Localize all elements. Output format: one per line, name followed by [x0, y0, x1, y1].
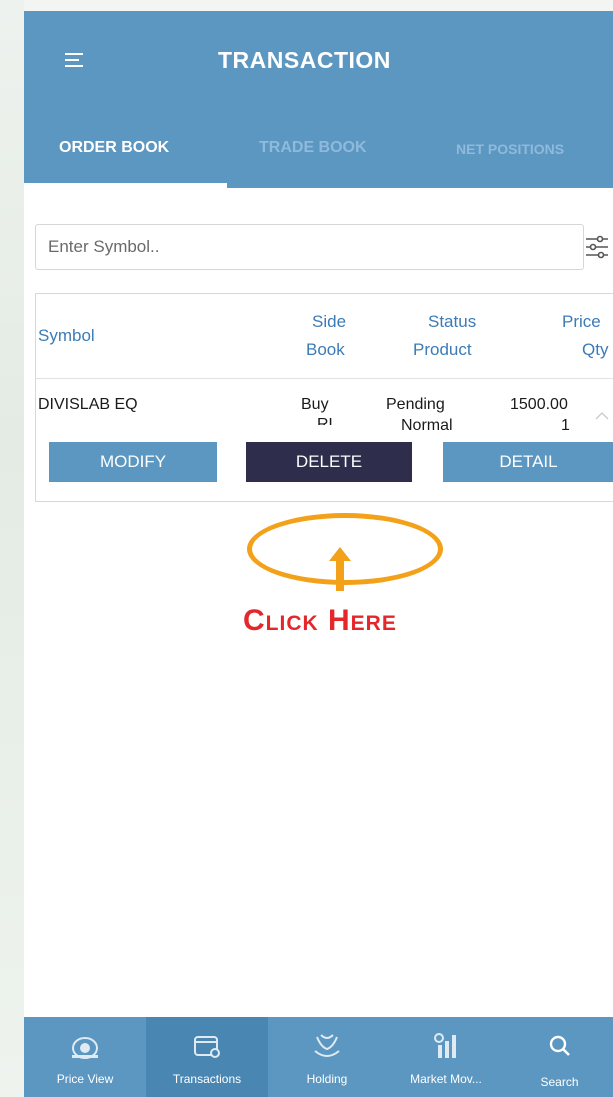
order-side: Buy: [301, 396, 329, 413]
click-here-label: Click Here: [243, 604, 397, 637]
nav-item-price-view[interactable]: Price View: [24, 1017, 146, 1097]
order-symbol: DIVISLAB EQ: [38, 396, 138, 413]
active-tab-indicator: [24, 183, 227, 188]
background-strip: [0, 0, 24, 1097]
order-price: 1500.00: [510, 396, 568, 413]
detail-button[interactable]: DETAIL: [443, 442, 613, 482]
delete-button[interactable]: DELETE: [246, 442, 412, 482]
market-movers-icon: [434, 1033, 456, 1058]
column-header-product: Product: [413, 340, 472, 359]
nav-label: Market Mov...: [410, 1072, 482, 1086]
tab-net-positions[interactable]: NET POSITIONS: [456, 141, 564, 157]
page-title: TRANSACTION: [218, 47, 391, 73]
filter-icon[interactable]: [584, 233, 610, 261]
app-header: TRANSACTION ORDER BOOK TRADE BOOK NET PO…: [24, 11, 613, 188]
nav-label: Holding: [306, 1072, 348, 1086]
column-header-symbol: Symbol: [38, 326, 95, 345]
column-header-qty: Qty: [582, 340, 609, 359]
nav-label: Search: [540, 1075, 579, 1089]
table-header-row: Symbol Side Book Status Product Price Qt…: [36, 294, 613, 379]
nav-item-market-movers[interactable]: Market Mov...: [386, 1017, 506, 1097]
nav-label: Transactions: [172, 1072, 242, 1086]
column-header-book: Book: [306, 340, 345, 359]
column-header-status: Status: [428, 312, 477, 331]
column-header-side: Side: [312, 312, 347, 331]
search-box: [35, 224, 584, 270]
chevron-up-icon[interactable]: [595, 412, 609, 420]
nav-label: Price View: [56, 1072, 114, 1086]
hamburger-menu-icon[interactable]: [65, 53, 83, 67]
holding-icon: [314, 1034, 340, 1057]
modify-button[interactable]: MODIFY: [49, 442, 217, 482]
order-book-type: RL: [317, 416, 338, 425]
tab-trade-book[interactable]: TRADE BOOK: [259, 139, 367, 157]
app-screen: TRANSACTION ORDER BOOK TRADE BOOK NET PO…: [24, 11, 613, 1097]
order-card: Symbol Side Book Status Product Price Qt…: [35, 293, 613, 502]
search-icon: [549, 1035, 570, 1056]
column-header-price: Price: [562, 312, 601, 331]
symbol-search-input[interactable]: [36, 225, 583, 269]
order-qty: 1: [561, 417, 570, 434]
order-status: Pending: [386, 396, 445, 413]
nav-item-transactions[interactable]: Transactions: [146, 1017, 268, 1097]
tab-order-book[interactable]: ORDER BOOK: [59, 139, 169, 157]
price-view-icon: [72, 1037, 98, 1059]
up-arrow-icon: [329, 547, 351, 591]
nav-item-holding[interactable]: Holding: [268, 1017, 386, 1097]
transactions-icon: [194, 1036, 220, 1058]
order-product: Normal: [401, 417, 453, 434]
bottom-navigation: Price View Transactions Holding Market M…: [24, 1017, 613, 1097]
nav-item-search[interactable]: Search: [506, 1017, 613, 1097]
